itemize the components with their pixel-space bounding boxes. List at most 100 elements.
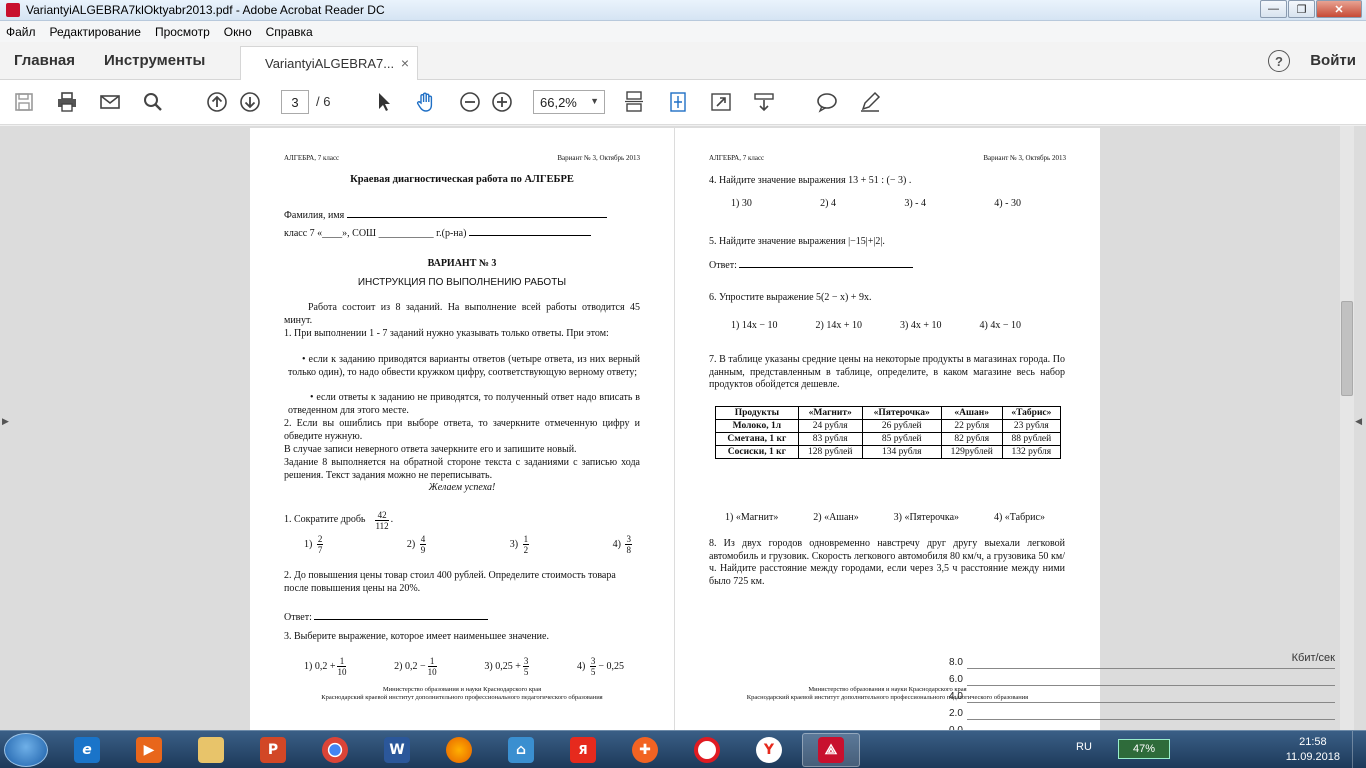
tab-home[interactable]: Главная — [14, 52, 75, 69]
q4-option-1[interactable]: 1) 30 — [731, 198, 752, 211]
zoom-select[interactable]: 66,2% ▼ — [533, 90, 605, 114]
q6-option-4[interactable]: 4) 4x − 10 — [980, 320, 1021, 333]
grid-line — [967, 668, 1335, 669]
scrolling-mode-icon[interactable] — [622, 90, 646, 114]
menu-file[interactable]: Файл — [6, 25, 36, 39]
question-7-options: 1) «Магнит» 2) «Ашан» 3) «Пятерочка» 4) … — [725, 512, 1045, 525]
table-row: Сметана, 1 кг 83 рубля 85 рублей 82 рубл… — [715, 432, 1062, 446]
q3-option-2[interactable]: 2) 0,2 −1 10 — [394, 656, 438, 677]
q6-option-3[interactable]: 3) 4x + 10 — [900, 320, 941, 333]
tab-tools[interactable]: Инструменты — [104, 52, 205, 69]
tab-document[interactable]: VariantyiALGEBRA7... × — [240, 46, 418, 80]
q6-option-1[interactable]: 1) 14x − 10 — [731, 320, 777, 333]
print-icon[interactable] — [55, 90, 79, 114]
axis-label: 8.0 — [949, 657, 963, 668]
q1-option-2[interactable]: 2) 49 — [407, 534, 428, 555]
prev-page-icon[interactable] — [205, 90, 229, 114]
save-icon[interactable] — [12, 90, 36, 114]
question-1-text: 1. Сократите дробь — [284, 514, 366, 526]
axis-label: 6.0 — [949, 674, 963, 685]
clock[interactable]: 21:58 11.09.2018 — [1286, 735, 1340, 765]
app-store-taskbar-icon[interactable]: ⌂ — [492, 733, 550, 767]
scrollbar-thumb[interactable] — [1341, 301, 1353, 396]
question-2: 2. До повышения цены товар стоил 400 руб… — [284, 570, 616, 594]
close-window-button[interactable]: ✕ — [1316, 0, 1362, 18]
rule-2: 2. Если вы ошиблись при выборе ответа, т… — [284, 418, 640, 442]
close-tab-icon[interactable]: × — [401, 55, 409, 71]
ie-taskbar-icon[interactable]: e — [58, 733, 116, 767]
menu-window[interactable]: Окно — [224, 25, 252, 39]
search-icon[interactable] — [141, 90, 165, 114]
menu-edit[interactable]: Редактирование — [50, 25, 141, 39]
fit-page-icon[interactable] — [666, 90, 690, 114]
system-tray: RU 47% 21:58 11.09.2018 — [1036, 731, 1366, 768]
question-4: 4. Найдите значение выражения 13 + 51 : … — [709, 175, 912, 186]
show-desktop-button[interactable] — [1352, 731, 1366, 768]
opera-taskbar-icon[interactable] — [678, 733, 736, 767]
q3-option-4[interactable]: 4) 3 5− 0,25 — [577, 656, 624, 677]
tab-bar: Главная Инструменты VariantyiALGEBRA7...… — [0, 42, 1366, 80]
signin-button[interactable]: Войти — [1310, 52, 1356, 69]
q1-option-3[interactable]: 3) 12 — [510, 534, 531, 555]
fullscreen-icon[interactable] — [709, 90, 733, 114]
collapse-right-icon[interactable]: ◀ — [1355, 416, 1362, 427]
start-button[interactable] — [4, 733, 48, 767]
sign-icon[interactable] — [858, 90, 882, 114]
footer-ministry: Министерство образования и науки Краснод… — [382, 686, 542, 693]
zoom-out-icon[interactable] — [458, 90, 482, 114]
yandex-browser-taskbar-icon[interactable]: Y — [740, 733, 798, 767]
name-field: Фамилия, имя — [284, 208, 607, 223]
axis-label: 2.0 — [949, 708, 963, 719]
zoom-in-icon[interactable] — [490, 90, 514, 114]
explorer-folder-taskbar-icon[interactable] — [182, 733, 240, 767]
battery-indicator[interactable]: 47% — [1118, 739, 1170, 759]
language-indicator[interactable]: RU — [1076, 741, 1092, 753]
q4-option-2[interactable]: 2) 4 — [820, 198, 836, 211]
question-3-options: 1) 0,2 +1 10 2) 0,2 −1 10 3) 0,25 +3 5 4) 3… — [304, 656, 624, 677]
collapse-left-icon[interactable]: ▶ — [2, 416, 9, 427]
read-mode-icon[interactable] — [752, 90, 776, 114]
word-taskbar-icon[interactable]: W — [368, 733, 426, 767]
menu-help[interactable]: Справка — [266, 25, 313, 39]
restore-button[interactable]: ❐ — [1288, 0, 1315, 18]
q4-option-3[interactable]: 3) - 4 — [904, 198, 926, 211]
document-area[interactable]: ▶ ◀ АЛГЕБРА, 7 класс Вариант № 3, Октябр… — [0, 126, 1366, 730]
next-page-icon[interactable] — [238, 90, 262, 114]
q1-option-4[interactable]: 4) 38 — [613, 534, 634, 555]
media-player-taskbar-icon[interactable]: ▶ — [120, 733, 178, 767]
page-header-left: АЛГЕБРА, 7 класс — [709, 154, 765, 162]
table-header-row: Продукты «Магнит» «Пятерочка» «Ашан» «Та… — [715, 406, 1062, 420]
powerpoint-taskbar-icon[interactable]: P — [244, 733, 302, 767]
q7-option-4[interactable]: 4) «Табрис» — [994, 512, 1045, 525]
vertical-scrollbar[interactable] — [1340, 126, 1354, 730]
q7-option-2[interactable]: 2) «Ашан» — [813, 512, 859, 525]
select-pointer-icon[interactable] — [372, 90, 396, 114]
question-1: 1. Сократите дробь 42 112 . — [284, 510, 394, 531]
page-header-right: Вариант № 3, Октябрь 2013 — [557, 154, 640, 162]
q3-option-3[interactable]: 3) 0,25 +3 5 — [484, 656, 531, 677]
table-cell: 128 рублей — [797, 445, 863, 459]
hand-tool-icon[interactable] — [414, 90, 438, 114]
q4-option-4[interactable]: 4) - 30 — [994, 198, 1021, 211]
email-icon[interactable] — [98, 90, 122, 114]
comment-icon[interactable] — [815, 90, 839, 114]
yandex-ya-taskbar-icon[interactable]: Я — [554, 733, 612, 767]
page-header-left: АЛГЕБРА, 7 класс — [284, 154, 340, 162]
orange-app-taskbar-icon[interactable]: ✚ — [616, 733, 674, 767]
clock-time: 21:58 — [1299, 736, 1327, 748]
q6-option-2[interactable]: 2) 14x + 10 — [816, 320, 862, 333]
page-number-input[interactable]: 3 — [281, 90, 309, 114]
q1-option-1[interactable]: 1) 27 — [304, 534, 325, 555]
q7-option-3[interactable]: 3) «Пятерочка» — [894, 512, 959, 525]
q3-option-1[interactable]: 1) 0,2 +1 10 — [304, 656, 348, 677]
question-6: 6. Упростите выражение 5(2 − x) + 9x. — [709, 292, 872, 303]
q7-option-1[interactable]: 1) «Магнит» — [725, 512, 778, 525]
acrobat-taskbar-icon[interactable]: ⟁ — [802, 733, 860, 767]
table-cell: 85 рублей — [861, 432, 942, 446]
minimize-button[interactable]: — — [1260, 0, 1287, 18]
firefox-taskbar-icon[interactable] — [430, 733, 488, 767]
menu-view[interactable]: Просмотр — [155, 25, 210, 39]
question-1-options: 1) 27 2) 49 3) 12 4) 38 — [304, 534, 634, 555]
help-icon[interactable]: ? — [1268, 50, 1290, 72]
chrome-taskbar-icon[interactable] — [306, 733, 364, 767]
